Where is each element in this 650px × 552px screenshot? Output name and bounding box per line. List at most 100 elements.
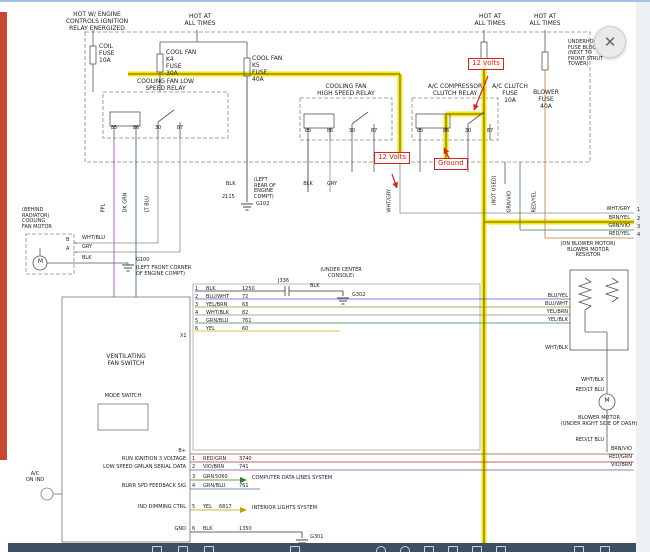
right-row-label: GRN/VIO — [584, 224, 630, 230]
bottom-toolbar — [8, 543, 636, 552]
wire-label-yelblk: YEL/BLK — [524, 318, 568, 324]
toolbar-icon-next-page[interactable] — [600, 546, 610, 552]
row-label-ind-dimming: IND DIMMING CTRL — [94, 505, 186, 511]
wire-label-ppl: PPL — [102, 204, 108, 213]
row-label-run-ignition: RUN IGNITION 3 VOLTAGE — [78, 457, 186, 463]
wire-label-redltblu: RED/LT BLU — [560, 438, 604, 444]
annotation-12-volts-mid: 12 Volts — [374, 152, 410, 164]
power-label-hot3: HOT AT ALL TIMES — [523, 14, 567, 28]
left-red-stripe — [0, 12, 7, 460]
connector-pin: 1 — [195, 287, 203, 293]
bottom-color: VIO/BRN — [203, 465, 237, 471]
relay-pin: 87 — [175, 126, 185, 132]
wire-label-redgrn: RED/GRN — [588, 455, 632, 461]
cooling-fan-motor-label: (BEHIND RADIATOR) COOLING FAN MOTOR — [22, 208, 52, 230]
system-label-data-lines: COMPUTER DATA LINES SYSTEM — [252, 476, 332, 482]
bottom-circuit: 741 — [239, 465, 263, 471]
wire-label-ltblu: LT BLU — [146, 196, 152, 212]
row-label-blwr-feedback: BLWR SPD FEEDBACK SIG — [84, 484, 186, 490]
blower-fuse-label: BLOWER FUSE 40A — [528, 90, 564, 111]
right-row-num: 3 — [637, 225, 647, 231]
connector-circuit: 1250 — [242, 287, 264, 293]
k4-fuse-label: COOL FAN K4 FUSE 30A — [166, 50, 204, 78]
toolbar-icon-thumbnails[interactable] — [178, 546, 188, 552]
mode-switch-label: MODE SWITCH — [94, 394, 152, 400]
ground-location-g102: (LEFT REAR OF ENGINE COMPT) — [254, 178, 276, 200]
wire-label-blk: BLK — [226, 182, 244, 188]
toolbar-icon-prev-page[interactable] — [574, 546, 584, 552]
wire-label-whtblu: WHT/BLU — [82, 236, 105, 242]
ground-label-g100: G100 — [136, 258, 149, 264]
connector-pin: 2 — [195, 295, 203, 301]
bottom-circuit: 761 — [239, 484, 263, 490]
wire-label-bluyel: BLU/YEL — [524, 294, 568, 300]
power-label-ignition: HOT W/ ENGINE CONTROLS IGNITION RELAY EN… — [52, 12, 142, 33]
toolbar-icon-image[interactable] — [290, 546, 300, 552]
wire-label-yelbrn: YEL/BRN — [524, 310, 568, 316]
relay-pin: 87 — [369, 129, 379, 135]
motor-letter: M — [602, 398, 612, 405]
toolbar-icon-print[interactable] — [448, 546, 458, 552]
right-row-label: WHT/GRY — [584, 207, 630, 213]
blower-motor-label: BLOWER MOTOR (UNDER RIGHT SIDE OF DASH) — [556, 416, 642, 427]
close-icon: ✕ — [604, 33, 617, 51]
pin-letter-a: A — [66, 247, 69, 253]
connector-circuit: 72 — [242, 295, 264, 301]
coil-fuse-label: COIL FUSE 10A — [99, 44, 131, 65]
toolbar-icon-rotate[interactable] — [424, 546, 434, 552]
right-row-num: 2 — [637, 217, 647, 223]
toolbar-icon-pages[interactable] — [152, 546, 162, 552]
ground-label-g301: G301 — [310, 535, 323, 541]
connector-x1: X1 — [180, 334, 187, 340]
relay-pin: 86 — [441, 129, 451, 135]
wire-label-gry: GRY — [320, 182, 344, 188]
wire-label-notused: (NOT USED) — [493, 175, 499, 205]
bottom-color: GRN/BLU — [203, 484, 237, 490]
connector-pin: 4 — [195, 311, 203, 317]
toolbar-icon-zoom-in[interactable] — [400, 546, 410, 552]
fan-switch-label: VENTILATING FAN SWITCH — [90, 354, 162, 368]
relay-pin: 86 — [131, 126, 141, 132]
connector-pin: 5 — [195, 319, 203, 325]
wire-label-whtblk: WHT/BLK — [524, 346, 568, 352]
wire-label-grnvio: GRN/VIO — [508, 191, 514, 213]
bottom-pin: 6 — [192, 527, 200, 533]
relay-pin: 87 — [485, 129, 495, 135]
wire-label-redltblu: RED/LT BLU — [560, 388, 604, 394]
relay-low-label: COOLING FAN LOW SPEED RELAY — [103, 79, 228, 93]
power-label-hot1: HOT AT ALL TIMES — [178, 14, 222, 28]
row-label-gmlan: LOW SPEED GMLAN SERIAL DATA — [66, 465, 186, 471]
wire-label-gry: GRY — [82, 245, 92, 251]
wire-label-blk: BLK — [310, 284, 320, 290]
toolbar-icon-search[interactable] — [204, 546, 214, 552]
ground-location-g302: (UNDER CENTER CONSOLE) — [315, 268, 367, 279]
wire-label-dkgrn: DK GRN — [124, 193, 130, 213]
connector-color: YEL/BRN — [206, 303, 240, 309]
connector-circuit: 63 — [242, 303, 264, 309]
toolbar-icon-fullscreen[interactable] — [496, 546, 506, 552]
bplus-label: B+ — [170, 449, 186, 455]
relay-pin: 30 — [463, 129, 473, 135]
bottom-circuit: 1350 — [239, 527, 263, 533]
bottom-color: BLK — [203, 527, 237, 533]
connector-color: GRN/BLU — [206, 319, 240, 325]
wire-label-blk: BLK — [296, 182, 320, 188]
blower-resistor-label: (ON BLOWER MOTOR) BLOWER MOTOR RESISTOR — [548, 242, 628, 259]
circuit-number: 2115 — [222, 195, 244, 201]
connector-color: WHT/BLK — [206, 311, 240, 317]
toolbar-icon-zoom-out[interactable] — [376, 546, 386, 552]
close-button[interactable]: ✕ — [594, 26, 626, 58]
wire-label-blk: BLK — [82, 256, 92, 262]
right-row-num: 1 — [637, 208, 647, 214]
relay-pin: 86 — [325, 129, 335, 135]
bottom-circuit: 3740 — [239, 457, 263, 463]
connector-pin: 6 — [195, 327, 203, 333]
power-label-hot2: HOT AT ALL TIMES — [468, 14, 512, 28]
relay-high-label: COOLING FAN HIGH SPEED RELAY — [300, 84, 392, 98]
toolbar-icon-download[interactable] — [472, 546, 482, 552]
bottom-pin: 1 — [192, 457, 200, 463]
connector-color: YEL — [206, 327, 240, 333]
wire-label-whtgry: WHT/GRY — [388, 189, 394, 213]
connector-color: BLK — [206, 287, 240, 293]
wiring-diagram-viewer: HOT W/ ENGINE CONTROLS IGNITION RELAY EN… — [0, 0, 650, 552]
